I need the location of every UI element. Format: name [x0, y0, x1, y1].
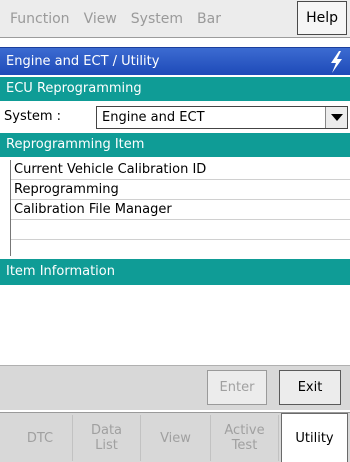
item-information-body	[0, 285, 350, 365]
menu-bar: Function View System Bar Help	[0, 0, 350, 38]
tab-utility[interactable]: Utility	[281, 413, 348, 462]
tab-bar: DTC Data List View Active Test Utility	[0, 412, 350, 462]
tab-utility-label: Utility	[295, 430, 334, 446]
tab-data-list-label-line1: Data	[90, 423, 123, 438]
page-title: Engine and ECT / Utility	[6, 54, 160, 69]
app-window: Function View System Bar Help Engine and…	[0, 0, 350, 462]
dropdown-button[interactable]	[325, 107, 347, 128]
list-item-calibration-file-manager[interactable]: Calibration File Manager	[11, 200, 350, 220]
reprogramming-item-list: Current Vehicle Calibration ID Reprogram…	[10, 160, 350, 256]
tab-dtc[interactable]: DTC	[8, 415, 73, 461]
tab-data-list[interactable]: Data List	[73, 415, 141, 461]
enter-button[interactable]: Enter	[207, 370, 267, 405]
system-row: System : Engine and ECT	[0, 103, 350, 132]
lightning-bolt-icon	[331, 51, 342, 73]
tab-view[interactable]: View	[141, 415, 211, 461]
item-information-header: Item Information	[0, 259, 350, 285]
ecu-reprogramming-header: ECU Reprogramming	[0, 77, 350, 101]
tab-active-test[interactable]: Active Test	[211, 415, 279, 461]
reprogramming-item-header: Reprogramming Item	[0, 133, 350, 157]
tab-active-test-label-line2: Test	[231, 438, 258, 453]
tab-view-label: View	[160, 430, 191, 446]
menu-bar-item[interactable]: Bar	[190, 0, 228, 38]
list-item-empty	[11, 220, 350, 240]
button-row: Enter Exit	[0, 365, 350, 410]
tab-data-list-label-line2: List	[95, 438, 118, 453]
system-value: Engine and ECT	[102, 110, 205, 125]
tab-active-test-label-line1: Active	[224, 423, 265, 438]
menu-function[interactable]: Function	[0, 0, 77, 38]
list-item-reprogramming[interactable]: Reprogramming	[11, 180, 350, 200]
menu-help[interactable]: Help	[297, 1, 347, 35]
exit-button[interactable]: Exit	[279, 370, 341, 405]
system-label: System :	[4, 109, 61, 124]
menu-system[interactable]: System	[124, 0, 190, 38]
title-bar: Engine and ECT / Utility	[0, 47, 350, 75]
menu-view[interactable]: View	[77, 0, 124, 38]
tab-dtc-label: DTC	[26, 430, 54, 446]
system-select[interactable]: Engine and ECT	[96, 106, 348, 129]
chevron-down-icon	[331, 114, 343, 121]
list-item-calibration-id[interactable]: Current Vehicle Calibration ID	[11, 160, 350, 180]
